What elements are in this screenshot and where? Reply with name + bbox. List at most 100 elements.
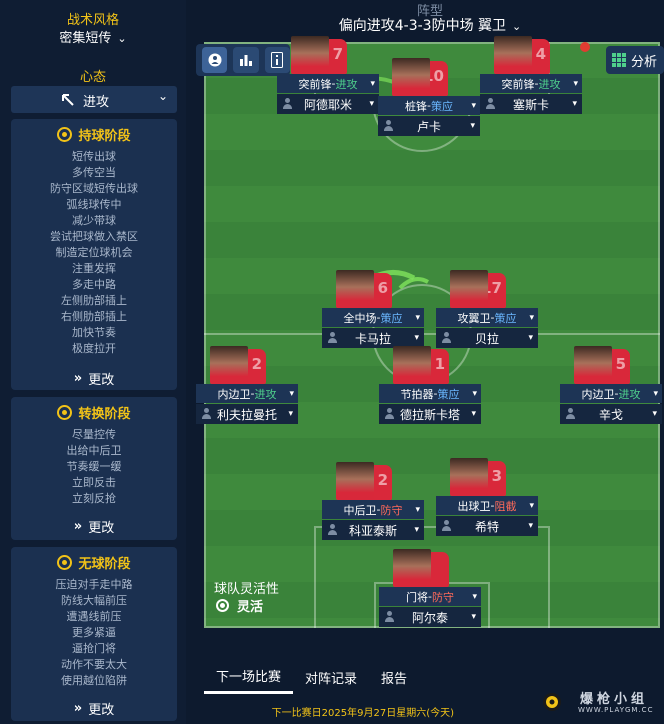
role-select[interactable]: 桩锋 - 策应 ▾: [378, 96, 480, 115]
player-slot-rcb[interactable]: 3 出球卫 - 阻截 ▾ 希特 ▾: [436, 458, 538, 538]
player-slot-lf[interactable]: 7 突前锋 - 进攻 ▾ 阿德耶米 ▾: [277, 36, 379, 116]
player-slot-lcb[interactable]: 2 中后卫 - 防守 ▾ 科亚泰斯 ▾: [322, 462, 424, 542]
player-avatar: 3: [450, 458, 508, 496]
player-select[interactable]: 塞斯卡 ▾: [480, 94, 582, 114]
tab-next-match[interactable]: 下一场比赛: [204, 660, 294, 694]
list-item: 减少带球: [72, 214, 116, 227]
role-select[interactable]: 中后卫 - 防守 ▾: [322, 500, 424, 519]
role-select[interactable]: 攻翼卫 - 策应 ▾: [436, 308, 538, 327]
player-select[interactable]: 德拉斯卡塔 ▾: [379, 404, 481, 424]
player-select[interactable]: 辛戈 ▾: [560, 404, 662, 424]
analysis-label: 分析: [631, 54, 658, 70]
player-name: 利夫拉曼托: [216, 407, 277, 422]
player-photo: [291, 36, 329, 74]
flexibility-title: 球队灵活性: [214, 582, 280, 597]
tab-report[interactable]: 报告: [369, 660, 419, 694]
player-name: 辛戈: [598, 407, 623, 422]
chevron-down-icon: ▾: [471, 409, 476, 419]
list-item: 遭遇线前压: [66, 610, 122, 623]
transition-icon: [57, 404, 73, 420]
user-icon: [384, 120, 393, 131]
player-slot-gk[interactable]: 门将 - 防守 ▾ 阿尔泰 ▾: [379, 549, 481, 629]
role-select[interactable]: 节拍器 - 策应 ▾: [379, 384, 481, 403]
player-photo: [393, 346, 431, 384]
player-slot-cm[interactable]: 6 全中场 - 策应 ▾ 卡马拉 ▾: [322, 270, 424, 350]
player-avatar: 4: [494, 36, 552, 74]
list-item: 弧线球传中: [66, 198, 122, 211]
role-select[interactable]: 门将 - 防守 ▾: [379, 587, 481, 606]
player-card: 门将 - 防守 ▾ 阿尔泰 ▾: [379, 587, 481, 627]
duty-label: 进攻: [335, 77, 358, 91]
player-name: 希特: [474, 519, 499, 534]
player-select[interactable]: 利夫拉曼托 ▾: [196, 404, 298, 424]
player-select[interactable]: 贝拉 ▾: [436, 328, 538, 348]
out-of-possession-change-button[interactable]: » 更改: [11, 695, 177, 721]
flexibility-select[interactable]: 灵活: [216, 596, 263, 615]
list-item: 尽量控传: [72, 428, 116, 441]
role-label: 内边卫: [581, 387, 615, 401]
role-select[interactable]: 突前锋 - 进攻 ▾: [277, 74, 379, 93]
player-photo: [336, 462, 374, 500]
player-slot-dm[interactable]: 1 节拍器 - 策应 ▾ 德拉斯卡塔 ▾: [379, 346, 481, 426]
player-select[interactable]: 卢卡 ▾: [378, 116, 480, 136]
formation-value: 偏向进攻4-3-3防中场 翼卫: [338, 18, 507, 34]
stats-view-button[interactable]: [233, 47, 259, 73]
player-photo: [392, 58, 430, 96]
in-possession-title: 持球阶段: [78, 128, 131, 144]
in-possession-panel: 持球阶段 短传出球 多传空当 防守区域短传出球 弧线球传中 减少带球 尝试把球做…: [11, 119, 177, 390]
chevron-down-icon: ▾: [288, 409, 293, 419]
chevron-down-icon: ▾: [471, 100, 476, 111]
role-select[interactable]: 突前锋 - 进攻 ▾: [480, 74, 582, 93]
player-slot-rb[interactable]: 5 内边卫 - 进攻 ▾ 辛戈 ▾: [560, 346, 662, 426]
flexibility-value: 灵活: [237, 600, 264, 615]
shirt-number: 6: [377, 279, 388, 297]
transition-panel: 转换阶段 尽量控传 出给中后卫 节奏缓一缓 立即反击 立刻反抢 » 更改: [11, 397, 177, 540]
out-of-possession-title: 无球阶段: [78, 556, 131, 572]
style-select[interactable]: 密集短传 ⌄: [0, 27, 186, 46]
role-select[interactable]: 内边卫 - 进攻 ▾: [196, 384, 298, 403]
grid-icon: [612, 53, 626, 67]
player-select[interactable]: 科亚泰斯 ▾: [322, 520, 424, 540]
player-select[interactable]: 希特 ▾: [436, 516, 538, 536]
player-card: 突前锋 - 进攻 ▾ 塞斯卡 ▾: [480, 74, 582, 114]
player-select[interactable]: 阿德耶米 ▾: [277, 94, 379, 114]
player-select[interactable]: 卡马拉 ▾: [322, 328, 424, 348]
style-title: 战术风格: [66, 13, 119, 28]
user-icon: [442, 520, 451, 531]
role-label: 中后卫: [343, 503, 377, 517]
role-label: 突前锋: [501, 77, 535, 91]
player-select[interactable]: 阿尔泰 ▾: [379, 607, 481, 627]
player-slot-rf[interactable]: 4 突前锋 - 进攻 ▾ 塞斯卡 ▾: [480, 36, 582, 116]
list-item: 制造定位球机会: [55, 246, 133, 259]
player-view-button[interactable]: [202, 47, 228, 73]
player-slot-am[interactable]: 17 攻翼卫 - 策应 ▾ 贝拉 ▾: [436, 270, 538, 350]
no-ball-icon: [57, 554, 73, 570]
role-select[interactable]: 出球卫 - 阻截 ▾: [436, 496, 538, 515]
tab-head-to-head[interactable]: 对阵记录: [293, 660, 369, 694]
player-name: 卢卡: [416, 119, 441, 134]
chevron-down-icon: ▾: [572, 99, 577, 109]
list-item: 立刻反抢: [72, 492, 116, 505]
chevron-down-icon: ▾: [415, 312, 420, 323]
player-photo: [574, 346, 612, 384]
player-slot-lb[interactable]: 2 内边卫 - 进攻 ▾ 利夫拉曼托 ▾: [196, 346, 298, 426]
role-select[interactable]: 内边卫 - 进攻 ▾: [560, 384, 662, 403]
player-slot-cf[interactable]: 10 桩锋 - 策应 ▾ 卢卡 ▾: [378, 58, 480, 138]
duty-label: 策应: [494, 311, 517, 325]
chevron-down-icon: ▾: [528, 521, 533, 531]
chevron-down-icon: ▾: [472, 591, 477, 602]
list-item: 加快节奏: [72, 326, 116, 339]
duty-label: 进攻: [618, 387, 641, 401]
in-possession-change-button[interactable]: » 更改: [11, 365, 177, 391]
duty-label: 进攻: [254, 387, 277, 401]
mentality-dropdown[interactable]: 进攻 ⌄: [11, 86, 177, 113]
duty-label: 策应: [437, 387, 460, 401]
formation-select[interactable]: 偏向进攻4-3-3防中场 翼卫 ⌄: [310, 15, 550, 35]
role-select[interactable]: 全中场 - 策应 ▾: [322, 308, 424, 327]
analysis-button[interactable]: 分析: [606, 46, 664, 74]
player-avatar: 17: [450, 270, 508, 308]
transition-change-button[interactable]: » 更改: [11, 513, 177, 539]
list-item: 防守区域短传出球: [50, 182, 138, 195]
player-card: 出球卫 - 阻截 ▾ 希特 ▾: [436, 496, 538, 536]
user-icon: [328, 332, 337, 343]
